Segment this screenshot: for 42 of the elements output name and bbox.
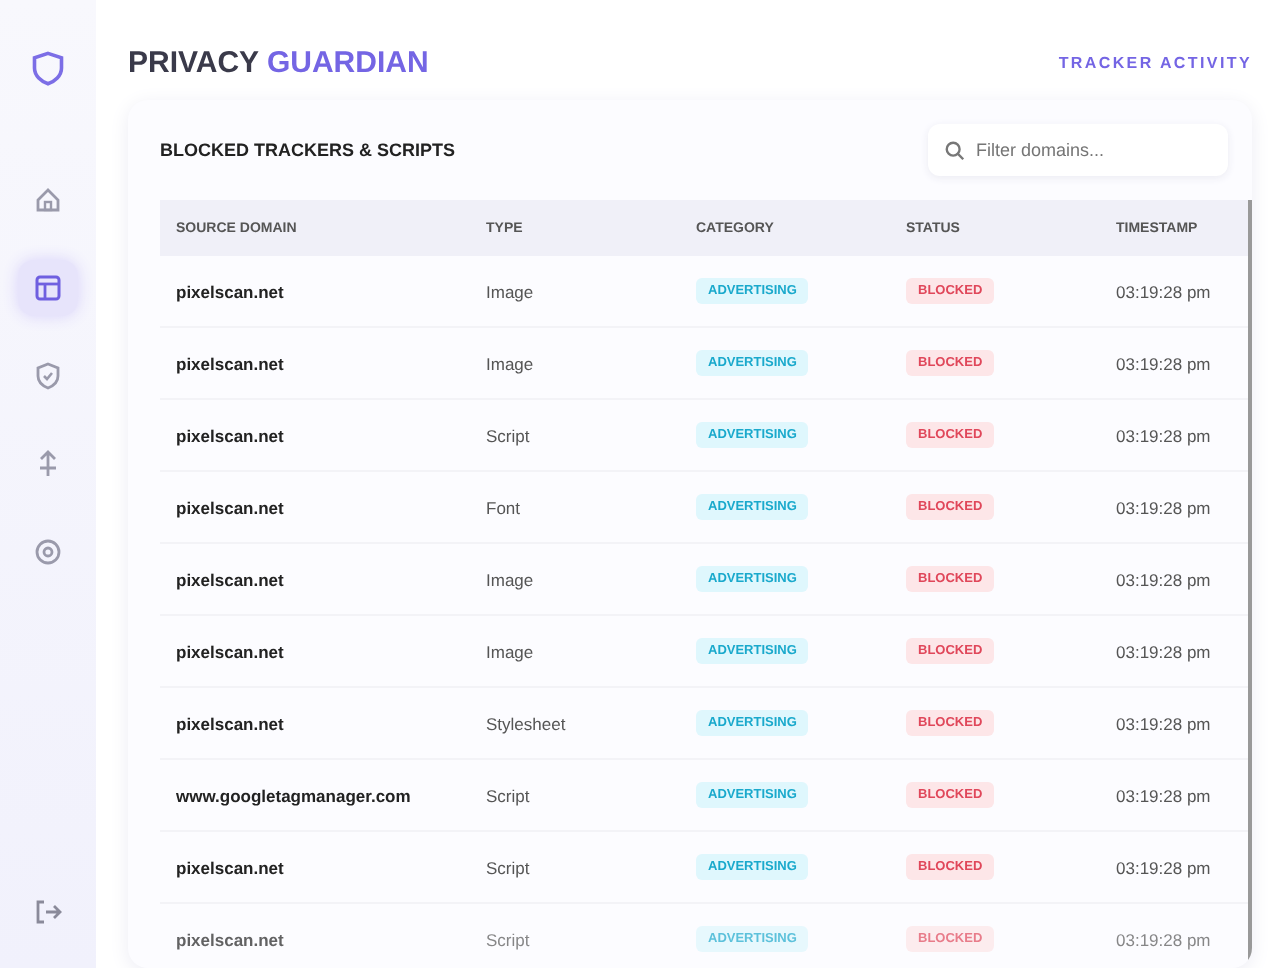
domain-text: pixelscan.net (176, 641, 284, 661)
type-text: Script (486, 857, 530, 877)
type-text: Script (486, 425, 530, 445)
timestamp-text: 03:19:28 pm (1116, 641, 1211, 661)
timestamp-text: 03:19:28 pm (1116, 929, 1211, 949)
type-text: Image (486, 353, 534, 373)
timestamp-text: 03:19:28 pm (1116, 857, 1211, 877)
timestamp-text: 03:19:28 pm (1116, 785, 1211, 805)
type-text: Script (486, 785, 530, 805)
domain-text: pixelscan.net (176, 353, 284, 373)
type-text: Script (486, 929, 530, 949)
shield-logo-icon (30, 48, 66, 88)
type-text: Image (486, 641, 534, 661)
domain-text: pixelscan.net (176, 497, 284, 517)
logout-icon[interactable] (32, 896, 64, 928)
shield-icon (32, 360, 64, 392)
search-field[interactable]: Filter domains... (928, 124, 1228, 176)
panel-icon (32, 272, 64, 304)
timestamp-text: 03:19:28 pm (1116, 425, 1211, 445)
type-text: Font (486, 497, 521, 517)
timestamp-text: 03:19:28 pm (1116, 569, 1211, 589)
timestamp-text: 03:19:28 pm (1116, 497, 1211, 517)
nav-item[interactable] (18, 260, 78, 316)
domain-text: pixelscan.net (176, 713, 284, 733)
type-text: Image (486, 281, 534, 301)
type-text: Stylesheet (486, 713, 566, 733)
timestamp-text: 03:19:28 pm (1116, 281, 1211, 301)
type-text: Image (486, 569, 534, 589)
search-icon (944, 139, 966, 161)
card-title: BLOCKED TRACKERS & SCRIPTS (160, 140, 456, 160)
domain-text: pixelscan.net (176, 425, 284, 445)
domain-text: pixelscan.net (176, 857, 284, 877)
domain-text: pixelscan.net (176, 929, 284, 949)
app-title: PRIVACY GUARDIAN (128, 45, 429, 79)
home-icon (32, 184, 64, 216)
domain-text: pixelscan.net (176, 281, 284, 301)
tracker-activity-link[interactable]: TRACKER ACTIVITY (1058, 53, 1252, 71)
timestamp-text: 03:19:28 pm (1116, 353, 1211, 373)
settings-icon (32, 536, 64, 568)
domain-text: pixelscan.net (176, 569, 284, 589)
timestamp-text: 03:19:28 pm (1116, 713, 1211, 733)
domain-text: www.googletagmanager.com (176, 785, 411, 805)
